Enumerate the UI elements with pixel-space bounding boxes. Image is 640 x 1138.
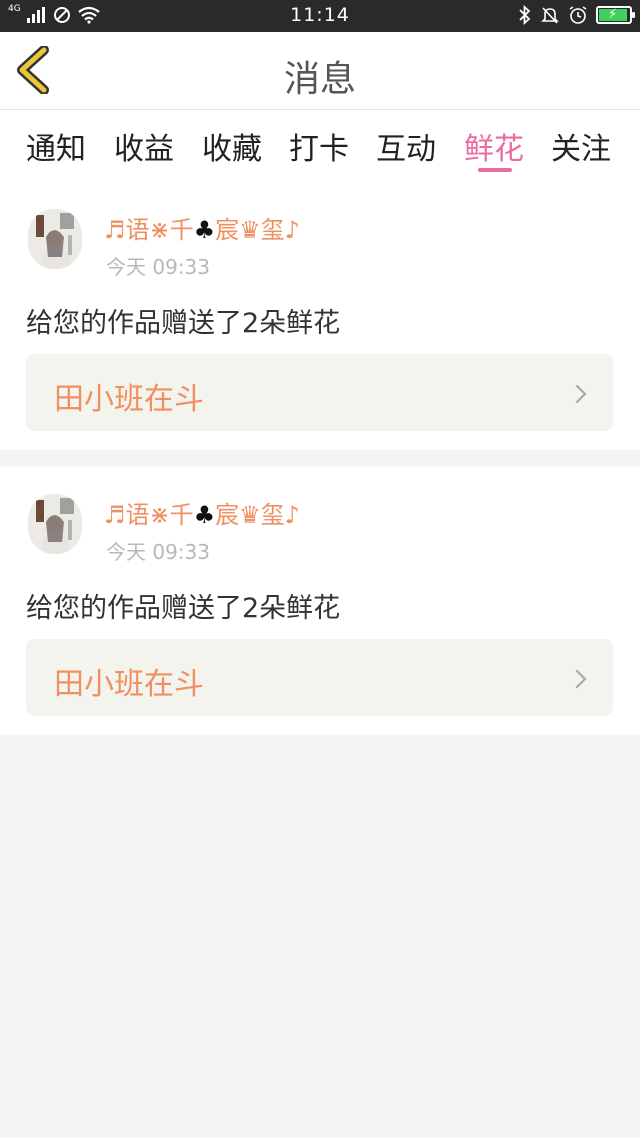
- tab-notifications[interactable]: 通知: [26, 124, 86, 168]
- sender-name-part2: 宸♛玺♪: [215, 216, 300, 244]
- page-title: 消息: [283, 59, 356, 100]
- sender-name-club: ♣: [193, 501, 216, 529]
- message-time: 今天 09:33: [106, 255, 210, 279]
- tab-favorites[interactable]: 收藏: [202, 124, 262, 168]
- status-bar: 4G 11:14 ⚡: [0, 0, 640, 32]
- sender-name-part1: ♬语⋇千: [104, 216, 194, 244]
- sender-name-part2: 宸♛玺♪: [215, 501, 300, 529]
- message-time: 今天 09:33: [106, 540, 210, 564]
- work-link[interactable]: 田小班在斗: [26, 354, 613, 431]
- tab-earnings[interactable]: 收益: [114, 124, 174, 168]
- work-title: 田小班在斗: [54, 667, 204, 702]
- sender-name-club: ♣: [193, 216, 216, 244]
- message-text: 给您的作品赠送了2朵鲜花: [26, 308, 341, 339]
- chevron-right-icon: [575, 669, 587, 689]
- message-text: 给您的作品赠送了2朵鲜花: [26, 593, 341, 624]
- bell-muted-icon: [541, 7, 559, 24]
- work-title: 田小班在斗: [54, 382, 204, 417]
- avatar[interactable]: [28, 494, 82, 554]
- tab-following[interactable]: 关注: [551, 124, 611, 168]
- message-card: ♬语⋇千♣宸♛玺♪ 今天 09:33 给您的作品赠送了2朵鲜花 田小班在斗: [0, 467, 640, 735]
- nav-bar: 消息: [0, 32, 640, 110]
- battery-icon: ⚡: [596, 6, 635, 24]
- tab-checkin[interactable]: 打卡: [289, 124, 349, 168]
- tab-bar: 通知 收益 收藏 打卡 互动 鲜花 关注: [0, 110, 640, 182]
- work-link[interactable]: 田小班在斗: [26, 639, 613, 716]
- alarm-icon: [569, 6, 587, 24]
- message-card: ♬语⋇千♣宸♛玺♪ 今天 09:33 给您的作品赠送了2朵鲜花 田小班在斗: [0, 182, 640, 450]
- sender-name[interactable]: ♬语⋇千♣宸♛玺♪: [104, 495, 300, 530]
- charging-bolt-icon: ⚡: [608, 7, 618, 22]
- sender-name[interactable]: ♬语⋇千♣宸♛玺♪: [104, 210, 300, 245]
- active-tab-indicator: [478, 168, 512, 172]
- avatar-image: [28, 494, 82, 554]
- bluetooth-icon: [519, 5, 531, 25]
- tab-interactions[interactable]: 互动: [376, 124, 436, 168]
- avatar-image: [28, 209, 82, 269]
- sender-name-part1: ♬语⋇千: [104, 501, 194, 529]
- avatar[interactable]: [28, 209, 82, 269]
- chevron-right-icon: [575, 384, 587, 404]
- status-right: ⚡: [518, 5, 635, 25]
- tab-flowers[interactable]: 鲜花: [464, 124, 524, 168]
